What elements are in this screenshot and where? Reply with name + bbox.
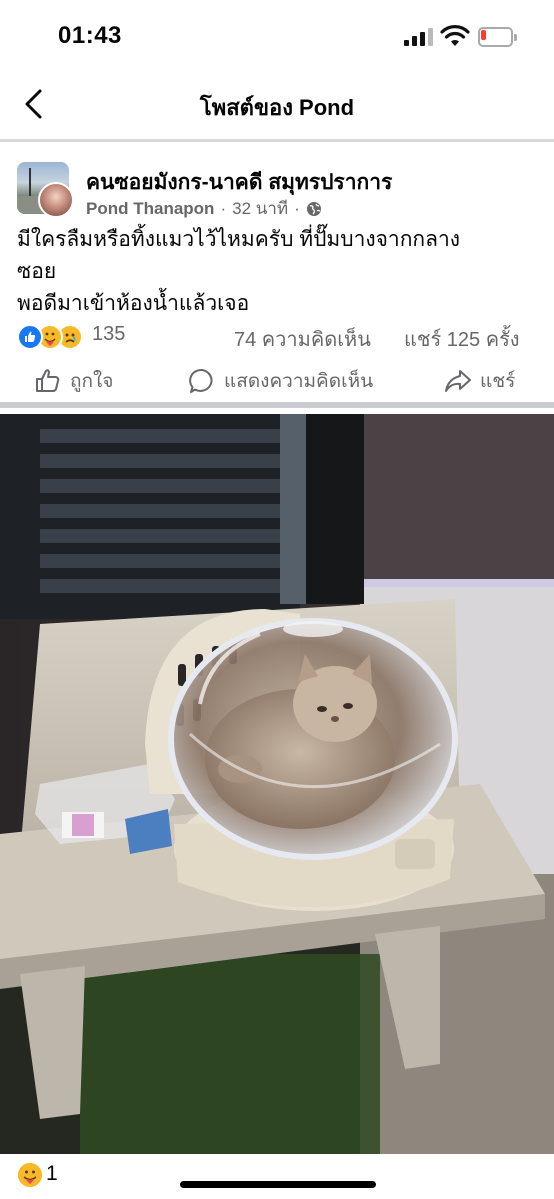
meta-separator: · — [220, 198, 227, 218]
comment-bubble-icon — [189, 368, 213, 393]
author-avatar[interactable] — [38, 182, 74, 218]
home-indicator[interactable] — [180, 1181, 376, 1188]
post-meta: Pond Thanapon · 32 นาที · — [86, 195, 322, 222]
cellular-signal-icon — [404, 28, 434, 46]
nav-header: โพสต์ของ Pond — [0, 72, 554, 142]
meta-separator: · — [294, 198, 300, 218]
share-button[interactable]: แชร์ — [444, 364, 515, 398]
post-body: มีใครลืมหรือทิ้งแมวไว้ไหมครับ ที่ปั๊มบาง… — [17, 224, 537, 320]
reaction-icons[interactable] — [17, 324, 87, 350]
comment-button[interactable]: แสดงความคิดเห็น — [188, 364, 373, 398]
like-reaction-icon — [17, 324, 43, 350]
wifi-icon — [440, 25, 470, 46]
reactions-summary: 135 74 ความคิดเห็น แชร์ 125 ครั้ง — [0, 318, 554, 354]
post-text-line: ซอย — [17, 260, 57, 283]
share-arrow-icon — [445, 370, 471, 392]
post-photo[interactable] — [0, 414, 554, 1154]
clock: 01:43 — [58, 22, 122, 49]
comment-label: แสดงความคิดเห็น — [224, 371, 374, 392]
post-time[interactable]: 32 นาที — [232, 195, 288, 222]
post-header: คนซอยมังกร-นาคดี สมุทรปราการ Pond Thanap… — [0, 146, 554, 224]
like-label: ถูกใจ — [70, 371, 114, 392]
like-button[interactable]: ถูกใจ — [34, 364, 113, 398]
share-count[interactable]: แชร์ 125 ครั้ง — [404, 323, 520, 355]
author-name-link[interactable]: Pond Thanapon — [86, 199, 214, 219]
bottom-bar: 1 — [0, 1154, 554, 1199]
post-actions: ถูกใจ แสดงความคิดเห็น แชร์ — [0, 356, 554, 408]
thumbs-up-icon — [36, 369, 60, 392]
battery-icon — [478, 27, 518, 47]
post-text-line: พอดีมาเข้าห้องน้ำแล้วเจอ — [17, 292, 250, 315]
post-text-line: มีใครลืมหรือทิ้งแมวไว้ไหมครับ ที่ปั๊มบาง… — [17, 228, 461, 251]
comment-count[interactable]: 74 ความคิดเห็น — [234, 323, 371, 355]
page-title: โพสต์ของ Pond — [199, 95, 355, 120]
care-reaction-icon[interactable] — [18, 1163, 42, 1187]
globe-icon — [306, 201, 321, 216]
cat-in-carrier-photo — [0, 414, 554, 1154]
share-label: แชร์ — [480, 371, 516, 392]
status-bar: 01:43 — [0, 0, 554, 72]
reaction-count[interactable]: 135 — [92, 323, 125, 346]
bottom-reaction-count: 1 — [46, 1162, 58, 1185]
